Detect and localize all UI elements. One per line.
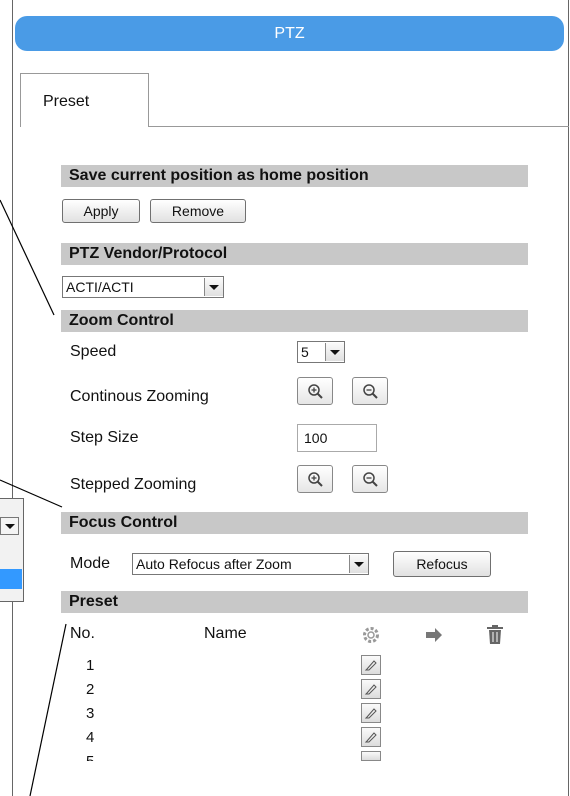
zoom-out-icon [363, 384, 378, 399]
tab-bar: Preset [20, 73, 569, 127]
zoom-in-icon [308, 472, 323, 487]
section-focus: Focus Control [61, 512, 528, 534]
refocus-button[interactable]: Refocus [393, 551, 491, 577]
speed-label: Speed [70, 343, 117, 360]
selected-option-highlight[interactable] [0, 569, 22, 589]
mode-label: Mode [70, 555, 111, 572]
gear-icon [363, 627, 379, 643]
chevron-down-icon[interactable] [349, 555, 368, 573]
section-zoom: Zoom Control [61, 310, 528, 332]
preset-edit-button[interactable] [361, 679, 381, 699]
tab-divider [149, 126, 569, 127]
preset-edit-button[interactable] [361, 751, 381, 761]
preset-row-no: 5 [86, 753, 94, 761]
pencil-icon [364, 660, 377, 671]
vendor-select[interactable]: ACTI/ACTI [62, 276, 224, 298]
window-title: PTZ [15, 16, 564, 51]
continuous-zoom-in-button[interactable] [297, 377, 333, 405]
chevron-down-icon[interactable] [325, 343, 344, 361]
focus-mode-select[interactable]: Auto Refocus after Zoom [132, 553, 369, 575]
focus-mode-value: Auto Refocus after Zoom [136, 556, 292, 572]
preset-row-no: 4 [86, 729, 95, 746]
preset-edit-button[interactable] [361, 655, 381, 675]
preset-row-no: 1 [86, 657, 95, 674]
arrow-right-icon [426, 628, 442, 642]
trash-icon [487, 625, 503, 644]
section-preset: Preset [61, 591, 528, 613]
partial-dropdown-popup [0, 498, 24, 602]
section-home-position: Save current position as home position [61, 165, 528, 187]
pencil-icon [364, 708, 377, 719]
apply-button[interactable]: Apply [62, 199, 140, 223]
speed-select[interactable]: 5 [297, 341, 345, 363]
preset-row-no: 3 [86, 705, 95, 722]
preset-edit-button[interactable] [361, 703, 381, 723]
stepped-zoom-out-button[interactable] [352, 465, 388, 493]
pencil-icon [364, 732, 377, 743]
stepped-zoom-label: Stepped Zooming [70, 476, 197, 493]
zoom-out-icon [363, 472, 378, 487]
pencil-icon [364, 684, 377, 695]
vendor-select-value: ACTI/ACTI [66, 279, 134, 295]
chevron-down-icon[interactable] [0, 517, 19, 535]
speed-select-value: 5 [301, 344, 309, 360]
step-size-label: Step Size [70, 429, 139, 446]
section-vendor: PTZ Vendor/Protocol [61, 243, 528, 265]
zoom-in-icon [308, 384, 323, 399]
stepped-zoom-in-button[interactable] [297, 465, 333, 493]
preset-col-no: No. [70, 625, 95, 642]
preset-edit-button[interactable] [361, 727, 381, 747]
chevron-down-icon[interactable] [204, 278, 223, 296]
preset-row-no: 2 [86, 681, 95, 698]
continuous-zoom-out-button[interactable] [352, 377, 388, 405]
tab-preset[interactable]: Preset [20, 73, 149, 127]
step-size-input[interactable]: 100 [297, 424, 377, 452]
preset-col-name: Name [204, 625, 247, 642]
continuous-zoom-label: Continous Zooming [70, 388, 209, 405]
remove-button[interactable]: Remove [150, 199, 246, 223]
